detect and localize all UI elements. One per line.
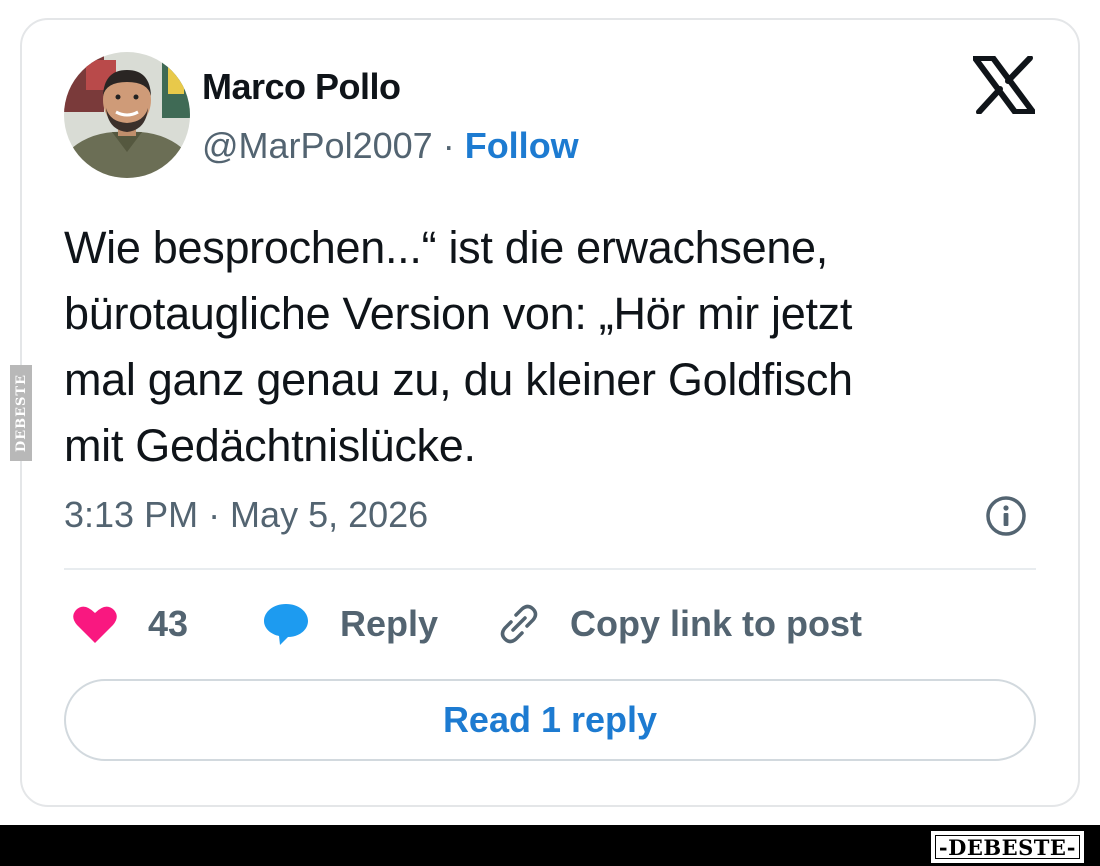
- link-icon: [500, 604, 538, 644]
- heart-icon: [73, 606, 117, 643]
- author-name[interactable]: Marco Pollo: [202, 66, 401, 108]
- info-icon[interactable]: [984, 494, 1028, 538]
- reply-button[interactable]: Reply: [262, 596, 438, 652]
- speech-bubble-icon: [264, 604, 308, 645]
- side-watermark-text: DEBESTE: [13, 373, 29, 453]
- avatar-photo: [64, 52, 190, 178]
- copy-link-button[interactable]: Copy link to post: [496, 596, 862, 652]
- side-watermark: DEBESTE: [10, 365, 32, 461]
- like-count: 43: [148, 603, 189, 644]
- follow-button[interactable]: Follow: [465, 125, 579, 166]
- avatar[interactable]: [64, 52, 190, 178]
- divider: [64, 568, 1036, 570]
- reply-label: Reply: [340, 603, 439, 644]
- brand-logo: -DEBESTE-: [930, 831, 1084, 863]
- read-replies-button[interactable]: Read 1 reply: [64, 679, 1036, 761]
- author-meta: @MarPol2007 · Follow: [202, 125, 579, 167]
- action-bar: 43 Reply Copy link to post: [64, 596, 1044, 652]
- like-button[interactable]: 43: [72, 596, 188, 652]
- copy-link-label: Copy link to post: [570, 603, 862, 644]
- post-timestamp[interactable]: 3:13 PM · May 5, 2026: [64, 494, 428, 536]
- bottom-watermark-bar: -DEBESTE-: [0, 825, 1100, 866]
- author-handle[interactable]: @MarPol2007: [202, 125, 433, 166]
- x-logo-icon[interactable]: [972, 55, 1036, 115]
- post-text: Wie besprochen...“ ist die erwachsene, b…: [64, 222, 853, 471]
- meta-separator: ·: [442, 125, 455, 166]
